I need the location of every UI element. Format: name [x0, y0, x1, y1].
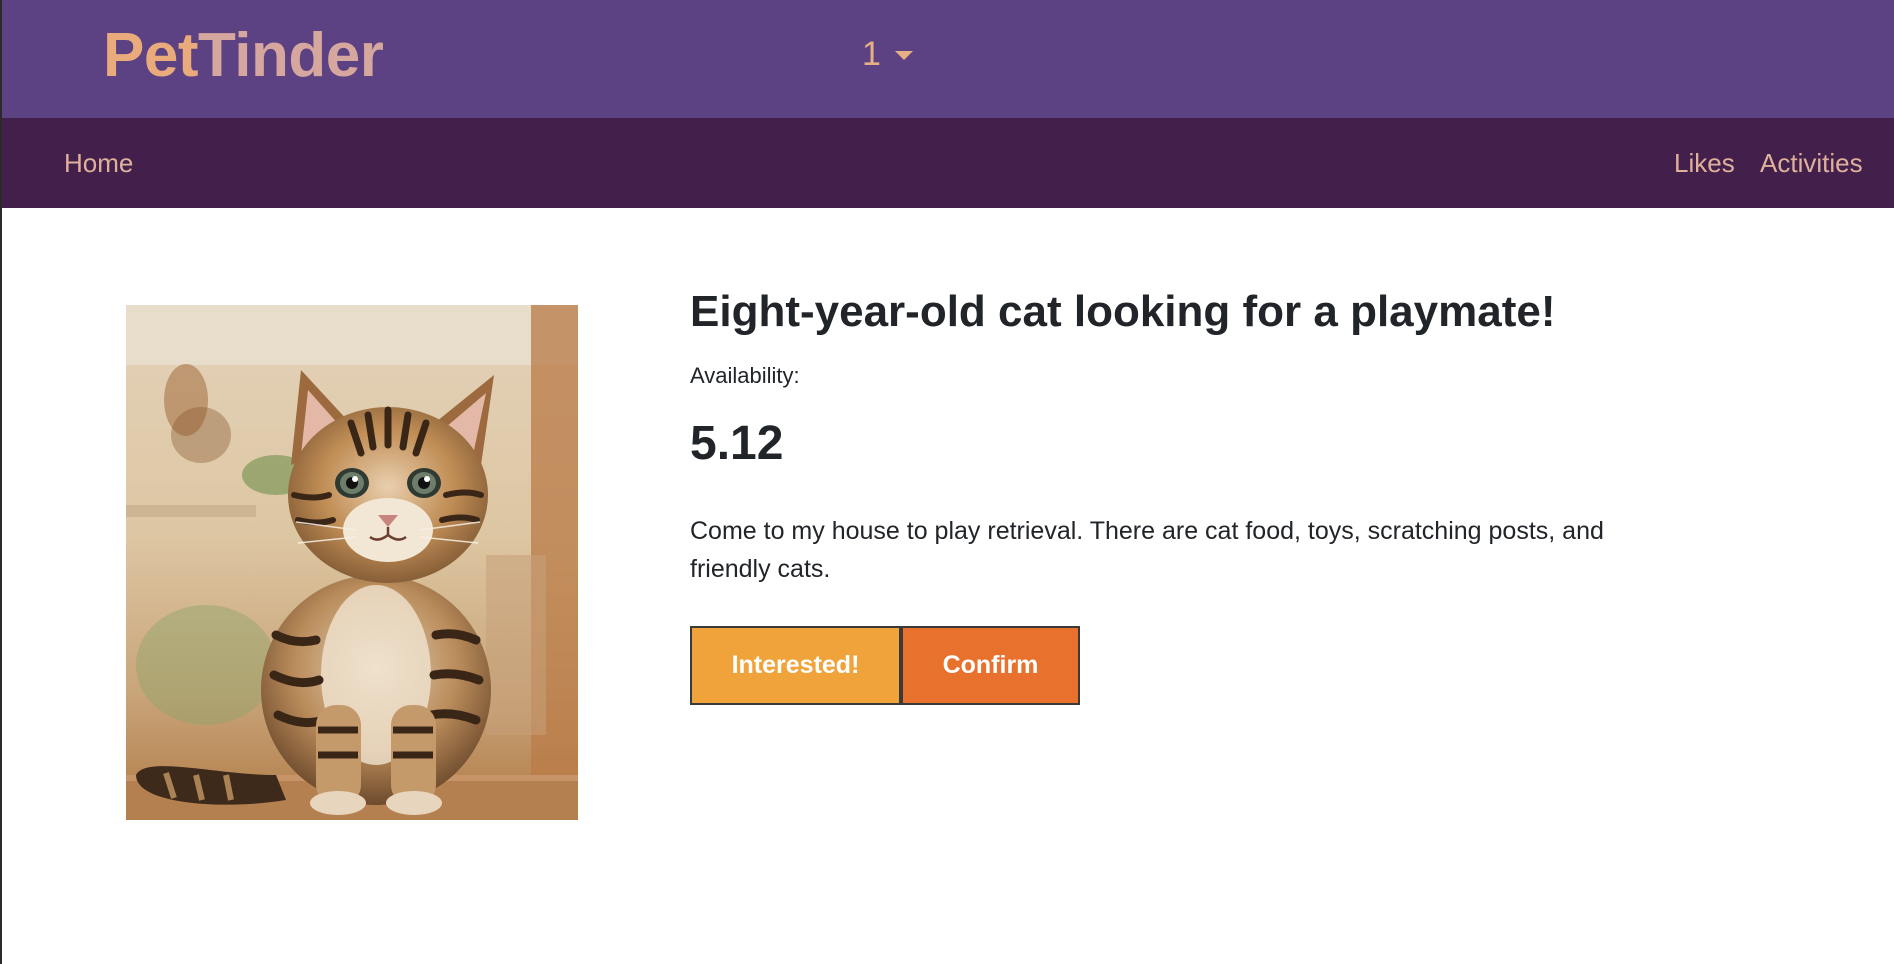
availability-label: Availability: [690, 363, 800, 388]
brand-logo[interactable]: PetTinder [103, 18, 384, 94]
confirm-button[interactable]: Confirm [902, 626, 1080, 705]
top-header: PetTinder 1 [2, 0, 1894, 118]
listing-details: Eight-year-old cat looking for a playmat… [690, 284, 1790, 705]
interested-button[interactable]: Interested! [690, 626, 902, 705]
nav-link-home[interactable]: Home [64, 146, 133, 180]
action-buttons: Interested! Confirm [690, 626, 1790, 705]
main-navbar: Home Likes Activities [2, 118, 1894, 208]
user-selector-dropdown[interactable]: 1 [862, 32, 913, 76]
caret-down-icon [894, 50, 913, 60]
pet-photo [126, 305, 578, 820]
listing-title: Eight-year-old cat looking for a playmat… [690, 287, 1556, 336]
page: PetTinder 1 Home Likes Activities Eight-… [0, 0, 1894, 964]
brand-part-tinder: Tinder [197, 21, 384, 90]
nav-link-likes[interactable]: Likes [1674, 146, 1735, 180]
user-selector-value: 1 [862, 34, 881, 73]
listing-description: Come to my house to play retrieval. Ther… [690, 517, 1604, 583]
availability-value: 5.12 [690, 417, 784, 470]
nav-link-activities[interactable]: Activities [1760, 146, 1863, 180]
brand-part-pet: Pet [103, 21, 198, 90]
